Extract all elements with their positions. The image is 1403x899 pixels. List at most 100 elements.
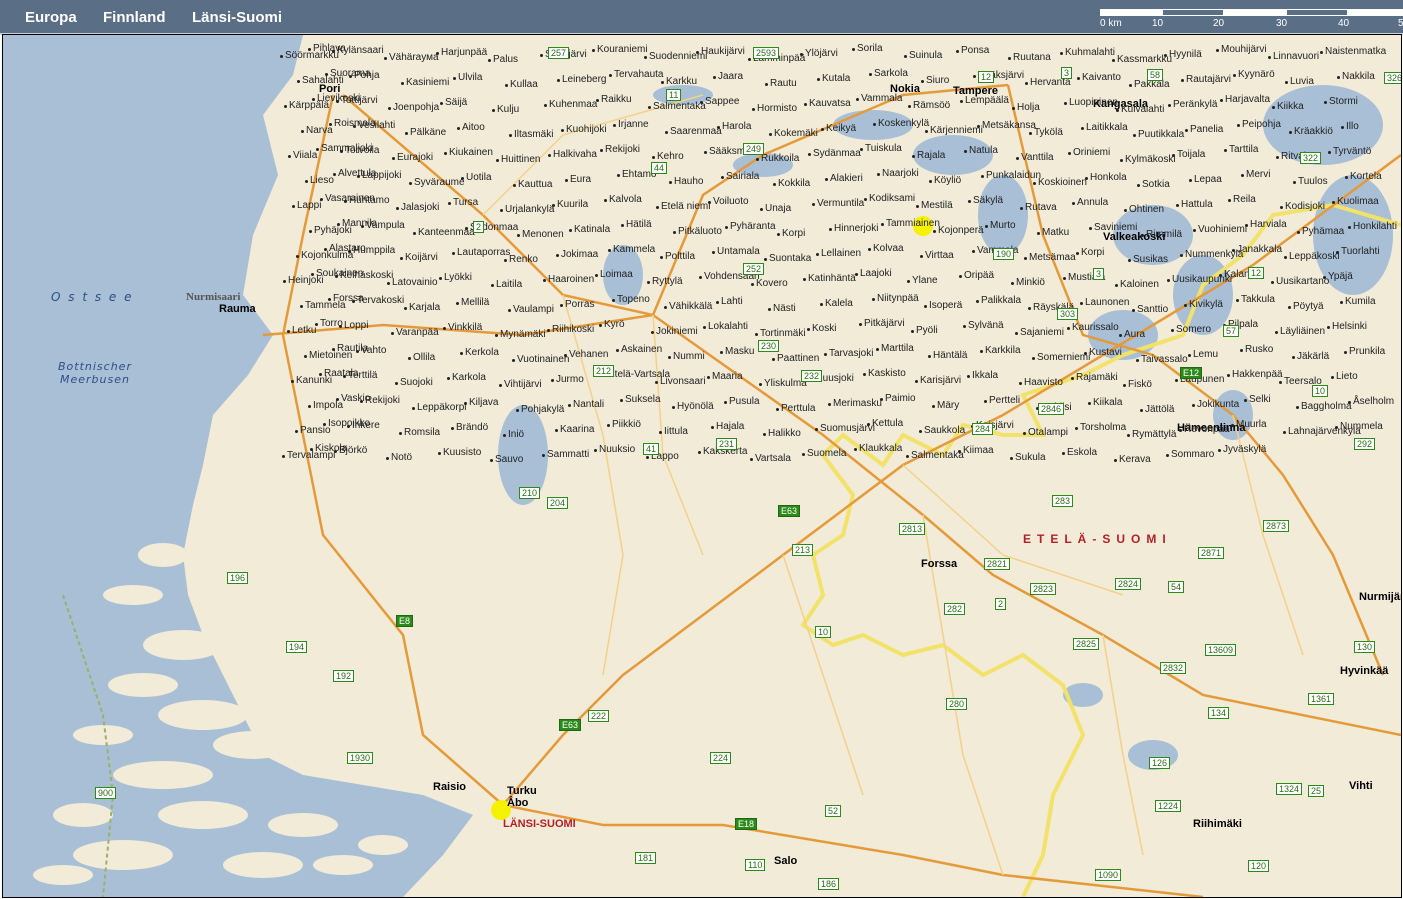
map-label: Inkere — [352, 420, 380, 431]
road-shield: 2832 — [1160, 662, 1187, 674]
place-dot — [568, 404, 571, 407]
map-label: Siuro — [926, 75, 950, 86]
road-shield: 44 — [651, 162, 668, 174]
map-label: Sylvänä — [968, 320, 1004, 331]
map-label: Prunkila — [1349, 346, 1386, 357]
map-label: Taivassalo — [1141, 354, 1188, 365]
map-label: Oripää — [964, 270, 995, 281]
place-dot — [1123, 384, 1126, 387]
place-dot — [929, 180, 932, 183]
breadcrumb-bar: Europa Finnland Länsi-Suomi 0 km 10 20 3… — [0, 0, 1403, 35]
map-label: Pitkäjärvi — [864, 318, 905, 329]
map-label: Lellainen — [821, 248, 862, 259]
place-dot — [617, 174, 620, 177]
road-shield: 12 — [1248, 267, 1265, 279]
place-dot — [1233, 74, 1236, 77]
sea-label-bottnischer: Bottnischer Meerbusen — [58, 360, 132, 386]
map-label: Koski — [812, 323, 837, 334]
place-dot — [981, 175, 984, 178]
place-dot — [360, 400, 363, 403]
map-label: Varanpää — [396, 327, 439, 338]
place-dot — [1071, 377, 1074, 380]
place-dot — [752, 108, 755, 111]
map-label: Saviniemi — [1094, 222, 1138, 233]
place-dot — [495, 334, 498, 337]
place-dot — [765, 83, 768, 86]
place-dot — [859, 323, 862, 326]
place-dot — [1175, 379, 1178, 382]
map-label: Lieto — [1336, 371, 1358, 382]
map-label: Murto — [990, 220, 1016, 231]
place-dot — [1340, 301, 1343, 304]
place-dot — [1179, 429, 1182, 432]
place-dot — [300, 305, 303, 308]
map-label: Masku — [725, 346, 755, 357]
map-label: Huittinen — [501, 154, 541, 165]
road-shield: 213 — [792, 544, 814, 556]
map-canvas[interactable]: O s t s e e Bottnischer Meerbusen Nurmis… — [2, 34, 1402, 898]
place-dot — [925, 130, 928, 133]
map-label: Karkkila — [985, 345, 1021, 356]
road-shield: 283 — [1052, 495, 1074, 507]
map-label: Kokemäki — [774, 128, 818, 139]
place-dot — [357, 175, 360, 178]
map-label: Keikyä — [826, 123, 857, 134]
map-label: Jyväskylä — [1223, 444, 1267, 455]
map-label: Pansio — [300, 425, 331, 436]
place-dot — [436, 52, 439, 55]
map-label: Kräakkiö — [1294, 126, 1333, 137]
map-label: Kodisjoki — [1285, 201, 1326, 212]
map-label: Jurmo — [556, 374, 584, 385]
place-dot — [491, 284, 494, 287]
map-label: Läyliäinen — [1280, 326, 1326, 337]
map-label: Nummela — [1340, 421, 1383, 432]
breadcrumb-lansi-suomi[interactable]: Länsi-Suomi — [192, 9, 282, 26]
breadcrumb-finnland[interactable]: Finnland — [103, 9, 166, 26]
place-dot — [673, 231, 676, 234]
place-dot — [803, 278, 806, 281]
place-dot — [451, 427, 454, 430]
place-dot — [1335, 426, 1338, 429]
map-label: Susikas — [1133, 254, 1169, 265]
map-label: Sappee — [705, 96, 740, 107]
map-label: Terttilä — [348, 370, 378, 381]
place-dot — [881, 223, 884, 226]
map-label: Honkola — [1090, 172, 1127, 183]
map-label-major: Turku — [507, 785, 537, 797]
place-dot — [332, 50, 335, 53]
map-label: Illo — [1346, 121, 1359, 132]
place-dot — [1085, 177, 1088, 180]
map-label-major: Salo — [774, 855, 798, 867]
place-dot — [1128, 259, 1131, 262]
map-label: Harjunpää — [441, 47, 488, 58]
road-shield: 224 — [710, 752, 732, 764]
map-label: Saukkola — [924, 425, 966, 436]
place-dot — [877, 173, 880, 176]
map-label: Karkku — [666, 76, 698, 87]
map-label: Ulvila — [458, 72, 483, 83]
place-dot — [696, 51, 699, 54]
map-label: Tervalampi — [287, 450, 336, 461]
map-label: Kovero — [756, 278, 788, 289]
map-label: Rutava — [1025, 202, 1057, 213]
breadcrumb-europa[interactable]: Europa — [25, 9, 77, 26]
map-label: Kojonperä — [938, 225, 984, 236]
road-shield: 134 — [1208, 707, 1230, 719]
place-dot — [347, 425, 350, 428]
map-label: Rämsöö — [913, 100, 951, 111]
place-dot — [720, 351, 723, 354]
place-dot — [768, 308, 771, 311]
road-shield: 2825 — [1073, 638, 1100, 650]
place-dot — [750, 458, 753, 461]
place-dot — [401, 82, 404, 85]
map-label: Karkola — [452, 372, 486, 383]
place-dot — [280, 55, 283, 58]
place-dot — [1067, 327, 1070, 330]
map-label: Suksela — [625, 394, 661, 405]
road-shield: E63 — [778, 505, 801, 517]
place-dot — [561, 129, 564, 132]
place-dot — [308, 405, 311, 408]
place-dot — [490, 459, 493, 462]
road-shield: 3264 — [1384, 72, 1401, 84]
place-dot — [967, 375, 970, 378]
